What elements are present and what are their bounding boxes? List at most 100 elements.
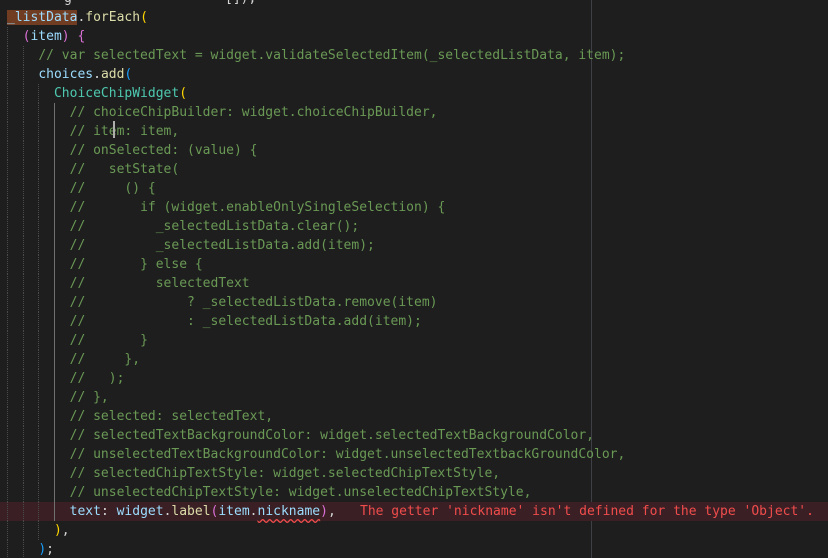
indent-guide	[22, 217, 24, 236]
indent-guide	[7, 464, 8, 483]
code-token: .	[249, 504, 258, 519]
indent-guide	[53, 407, 55, 426]
code-text: (item) {	[23, 27, 86, 46]
code-text: _listData.forEach(	[7, 8, 148, 27]
indent-guide	[22, 236, 24, 255]
indent-guide	[7, 84, 8, 103]
indent-guide	[22, 426, 24, 445]
code-text: // selectedTextBackgroundColor: widget.s…	[70, 426, 594, 445]
code-token: // }	[69, 333, 148, 348]
indent-guide	[38, 502, 40, 521]
code-line[interactable]: ),	[0, 521, 828, 540]
code-line[interactable]: // }	[0, 331, 828, 350]
code-line[interactable]: // selectedTextBackgroundColor: widget.s…	[0, 426, 828, 445]
indent-guide	[7, 198, 8, 217]
indent-guide	[22, 464, 24, 483]
code-line[interactable]: // },	[0, 350, 828, 369]
code-token: // item: item,	[69, 124, 180, 139]
indent-guide	[22, 350, 24, 369]
text-cursor	[113, 121, 115, 138]
indent-guide	[7, 217, 8, 236]
indent-guide	[22, 160, 24, 179]
indent-guide	[7, 426, 8, 445]
indent-guide	[38, 179, 40, 198]
code-token: )	[38, 542, 47, 557]
code-text: // selectedChipTextStyle: widget.selecte…	[70, 464, 500, 483]
error-lens-message: The getter 'nickname' isn't defined for …	[360, 504, 814, 519]
code-line[interactable]: // () {	[0, 179, 828, 198]
code-line[interactable]: // _selectedListData.clear();	[0, 217, 828, 236]
code-editor[interactable]: g []); _listData.forEach((item) {// var …	[0, 0, 828, 558]
indent-guide	[7, 540, 8, 558]
indent-guide	[7, 293, 8, 312]
code-text: ChoiceChipWidget(	[54, 84, 187, 103]
indent-guide	[7, 483, 8, 502]
indent-guide	[53, 483, 55, 502]
code-token: // : _selectedListData.add(item);	[69, 314, 422, 329]
indent-guide	[22, 65, 24, 84]
indent-guide	[22, 502, 24, 521]
code-line[interactable]: // );	[0, 369, 828, 388]
code-token: text	[69, 504, 101, 519]
code-line[interactable]: (item) {	[0, 27, 828, 46]
code-line[interactable]: // unselectedChipTextStyle: widget.unsel…	[0, 483, 828, 502]
code-text: // },	[70, 388, 109, 407]
indent-guide	[38, 255, 40, 274]
code-line[interactable]: // if (widget.enableOnlySingleSelection)…	[0, 198, 828, 217]
indent-guide	[53, 464, 55, 483]
indent-guide	[7, 407, 8, 426]
indent-guide	[53, 217, 55, 236]
code-line[interactable]: // selectedChipTextStyle: widget.selecte…	[0, 464, 828, 483]
code-text: // }	[70, 331, 148, 350]
code-token: // },	[69, 390, 109, 405]
indent-guide	[7, 521, 8, 540]
code-text: );	[38, 540, 54, 558]
code-token: widget	[116, 504, 164, 519]
code-line[interactable]: // selectedText	[0, 274, 828, 293]
code-line-error[interactable]: text: widget.label(item.nickname), The ge…	[0, 502, 828, 521]
indent-guide	[22, 521, 24, 540]
code-token: // unselectedTextBackgroundColor: widget…	[69, 447, 626, 462]
indent-guide	[53, 255, 55, 274]
indent-guide	[53, 141, 55, 160]
indent-guide	[38, 350, 40, 369]
indent-guide	[38, 141, 40, 160]
code-token: )	[53, 523, 62, 538]
code-text: ),	[54, 521, 70, 540]
code-token: // onSelected: (value) {	[69, 143, 258, 158]
code-token: add	[100, 67, 125, 82]
code-line[interactable]: choices.add(	[0, 65, 828, 84]
code-line[interactable]: // : _selectedListData.add(item);	[0, 312, 828, 331]
code-token: // selected: selectedText,	[69, 409, 274, 424]
code-line[interactable]: // setState(	[0, 160, 828, 179]
code-line[interactable]: // var selectedText = widget.validateSel…	[0, 46, 828, 65]
code-line[interactable]: // item: item,	[0, 122, 828, 141]
code-text: // _selectedListData.add(item);	[70, 236, 375, 255]
code-line[interactable]: );	[0, 540, 828, 558]
code-line[interactable]: // onSelected: (value) {	[0, 141, 828, 160]
indent-guide	[38, 274, 40, 293]
indent-guide	[7, 350, 8, 369]
code-line[interactable]: // unselectedTextBackgroundColor: widget…	[0, 445, 828, 464]
indent-guide	[22, 103, 24, 122]
code-line[interactable]: ChoiceChipWidget(	[0, 84, 828, 103]
code-line[interactable]: // } else {	[0, 255, 828, 274]
indent-guide	[53, 502, 55, 521]
indent-guide	[7, 388, 8, 407]
code-line[interactable]: _listData.forEach(	[0, 8, 828, 27]
indent-guide	[7, 141, 8, 160]
indent-guide	[38, 198, 40, 217]
indent-guide	[38, 388, 40, 407]
code-line[interactable]: // ? _selectedListData.remove(item)	[0, 293, 828, 312]
code-token: // var selectedText = widget.validateSel…	[38, 48, 626, 63]
indent-guide	[38, 369, 40, 388]
code-line[interactable]: // _selectedListData.add(item);	[0, 236, 828, 255]
indent-guide	[38, 103, 40, 122]
code-token: // if (widget.enableOnlySingleSelection)…	[69, 200, 446, 215]
code-token: ,	[327, 504, 336, 519]
code-line[interactable]: // },	[0, 388, 828, 407]
indent-guide	[22, 122, 24, 141]
code-line[interactable]: // selected: selectedText,	[0, 407, 828, 426]
code-line[interactable]: // choiceChipBuilder: widget.choiceChipB…	[0, 103, 828, 122]
code-text: // selectedText	[70, 274, 250, 293]
